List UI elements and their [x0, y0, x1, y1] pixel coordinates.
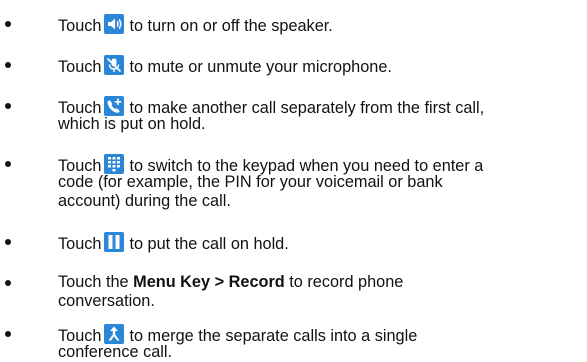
merge-calls-icon [104, 324, 125, 344]
record-label: Record [228, 273, 285, 291]
item-line: Touch to turn on or off the speaker. [58, 14, 579, 36]
item-line: account) during the call. [58, 192, 231, 210]
menu-key-label: Menu Key [133, 273, 211, 291]
bullet [5, 161, 11, 167]
item-line: conference call. [58, 343, 173, 361]
bullet [5, 103, 11, 109]
bullet [5, 21, 11, 27]
pause-icon [104, 232, 125, 252]
separator: > [214, 273, 225, 291]
bullet [5, 62, 11, 68]
item-line: Touch to put the call on hold. [58, 232, 579, 254]
bullet [5, 239, 11, 245]
item-line: which is put on hold. [58, 115, 206, 133]
item-line: Touch the Menu Key > Record to record ph… [58, 273, 404, 291]
speaker-icon [104, 14, 125, 34]
microphone-mute-icon [104, 55, 125, 75]
item-line: conversation. [58, 292, 155, 310]
keypad-icon [104, 154, 125, 174]
bullet [5, 280, 11, 286]
bullet [5, 331, 11, 337]
item-line: code (for example, the PIN for your voic… [58, 173, 443, 191]
item-line: Touch to mute or unmute your microphone. [58, 55, 579, 77]
add-call-icon [104, 96, 125, 116]
manual-page: Touch to turn on or off the speaker. Touc… [0, 0, 587, 362]
